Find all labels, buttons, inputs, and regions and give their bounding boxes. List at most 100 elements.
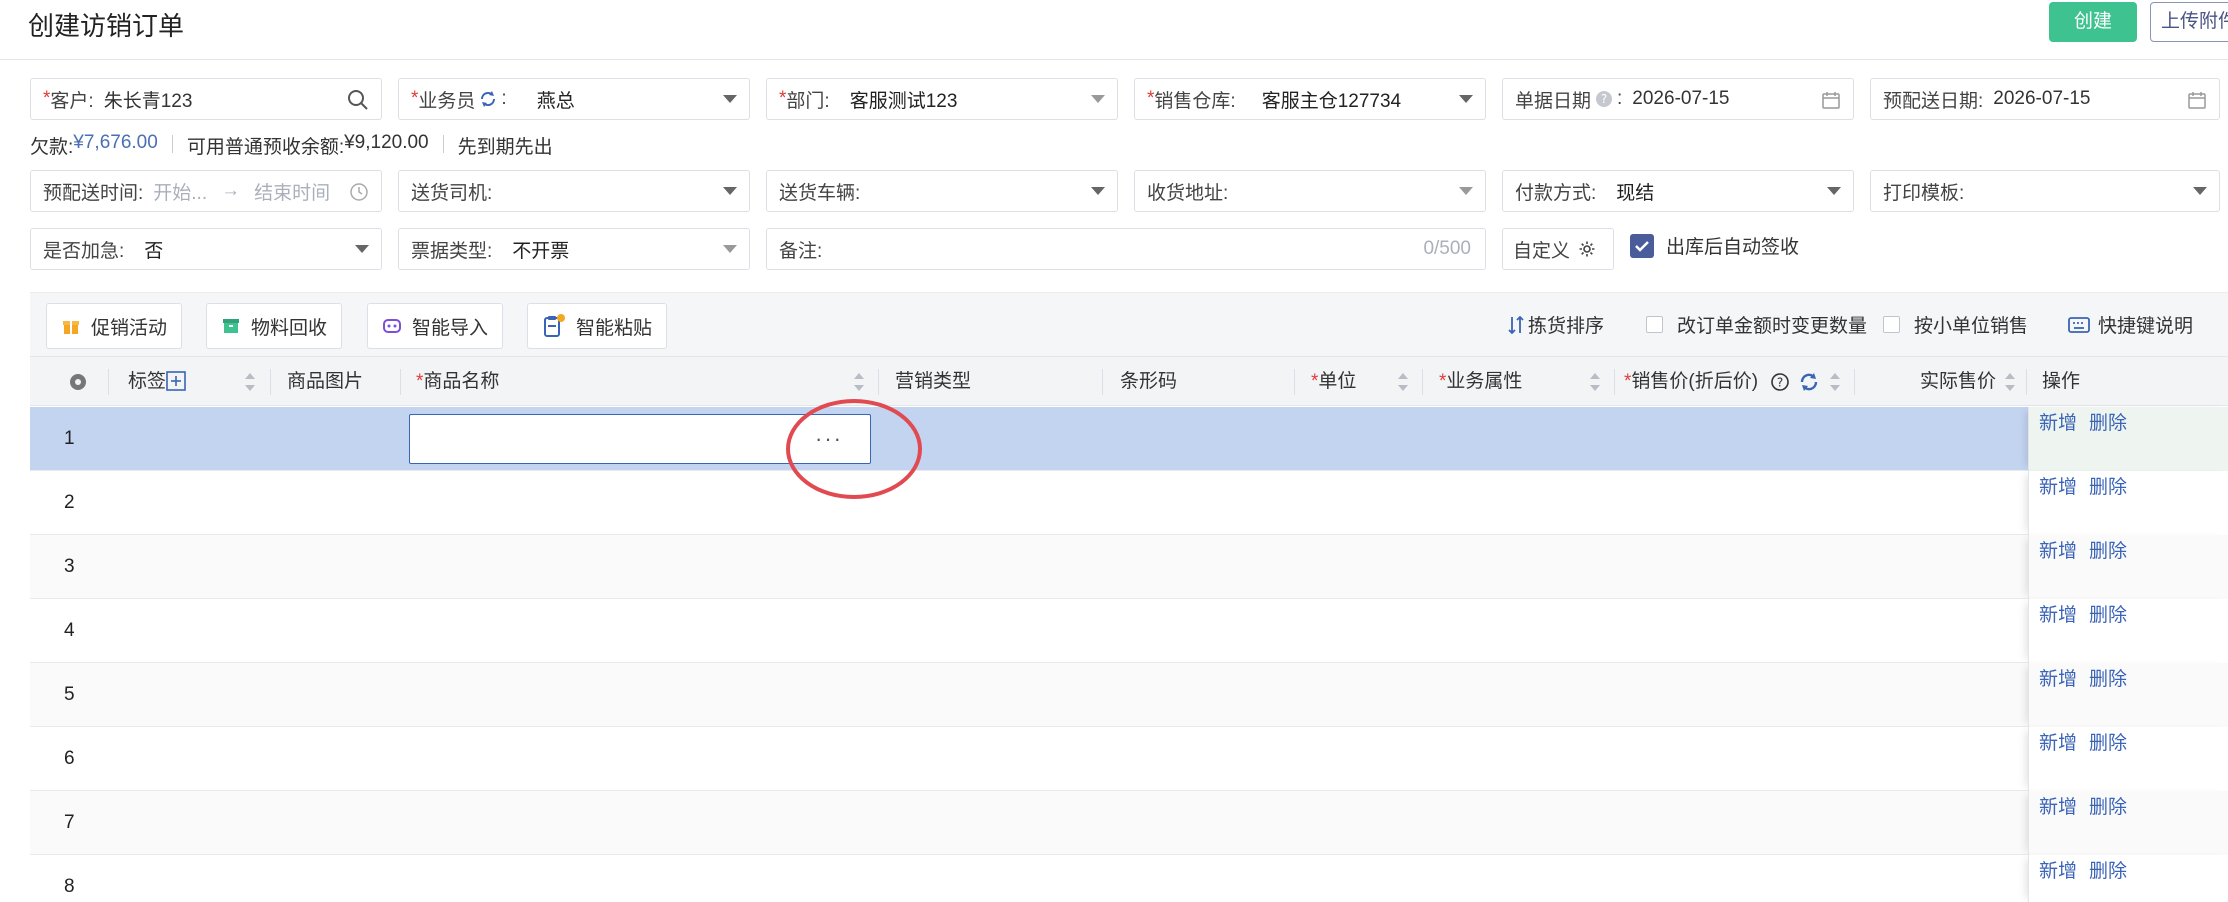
- table-row[interactable]: 1 ··· 新增 删除: [30, 407, 2228, 471]
- sort-icon[interactable]: [245, 373, 255, 391]
- top-bar: 创建访销订单 创建 上传附件: [0, 0, 2228, 60]
- row-add-link[interactable]: 新增: [2039, 791, 2077, 825]
- promotion-button[interactable]: 促销活动: [46, 303, 183, 349]
- payment-method-value: 现结: [1616, 182, 1655, 204]
- create-button[interactable]: 创建: [2049, 2, 2137, 42]
- row-delete-link[interactable]: 删除: [2089, 791, 2127, 825]
- auto-sign-checkbox[interactable]: 出库后自动签收: [1630, 232, 1799, 259]
- row-delete-link[interactable]: 删除: [2089, 471, 2127, 505]
- pre-delivery-time-range[interactable]: 预配送时间: 开始... → 结束时间: [30, 170, 382, 212]
- search-icon[interactable]: [347, 89, 369, 111]
- start-time-input[interactable]: 开始...: [153, 178, 207, 205]
- department-select[interactable]: * 部门: 客服测试123: [766, 78, 1118, 120]
- row-delete-link[interactable]: 删除: [2089, 407, 2127, 441]
- payment-method-select[interactable]: 付款方式: 现结: [1502, 170, 1854, 212]
- help-icon: ?: [1771, 373, 1789, 391]
- debt-amount: ¥7,676.00: [73, 132, 158, 153]
- refresh-icon[interactable]: [479, 90, 497, 108]
- table-row[interactable]: 5 新增 删除: [30, 663, 2228, 727]
- upload-attachment-button[interactable]: 上传附件: [2150, 2, 2228, 42]
- col-actual-price: 实际售价: [1920, 371, 1997, 392]
- material-recycle-button[interactable]: 物料回收: [206, 303, 343, 349]
- smart-import-button[interactable]: 智能导入: [367, 303, 504, 349]
- row-operations: 新增 删除: [2028, 599, 2228, 663]
- smart-paste-button[interactable]: 智能粘贴: [527, 303, 668, 349]
- row-add-link[interactable]: 新增: [2039, 471, 2077, 505]
- invoice-type-select[interactable]: 票据类型: 不开票: [398, 228, 750, 270]
- remark-input[interactable]: 备注: 0/500: [766, 228, 1486, 270]
- table-toolbar: 促销活动 物料回收 智能导入 智能粘贴 拣货排序 改订单金额时变更数量 按小单位…: [30, 292, 2228, 356]
- row-delete-link[interactable]: 删除: [2089, 855, 2127, 889]
- col-business-attr: *业务属性: [1439, 371, 1523, 392]
- row-delete-link[interactable]: 删除: [2089, 599, 2127, 633]
- range-arrow-icon: →: [221, 180, 241, 201]
- row-number: 1: [64, 428, 75, 449]
- shortcut-help-button[interactable]: 快捷键说明: [2068, 311, 2193, 338]
- pre-delivery-date-picker[interactable]: 预配送日期: 2026-07-15: [1870, 78, 2220, 120]
- change-qty-checkbox[interactable]: 改订单金额时变更数量: [1646, 311, 1867, 338]
- sort-icon[interactable]: [2005, 373, 2015, 391]
- highlight-annotation-circle: [786, 399, 922, 499]
- table-row[interactable]: 3 新增 删除: [30, 535, 2228, 599]
- svg-text:?: ?: [1601, 92, 1607, 106]
- row-delete-link[interactable]: 删除: [2089, 727, 2127, 761]
- row-add-link[interactable]: 新增: [2039, 855, 2077, 889]
- table-row[interactable]: 4 新增 删除: [30, 599, 2228, 663]
- refresh-icon[interactable]: [1798, 371, 1820, 393]
- row-add-link[interactable]: 新增: [2039, 727, 2077, 761]
- col-image: 商品图片: [287, 371, 364, 392]
- row-add-link[interactable]: 新增: [2039, 663, 2077, 697]
- row-number: 6: [64, 748, 75, 769]
- row-delete-link[interactable]: 删除: [2089, 663, 2127, 697]
- robot-icon: [383, 319, 401, 333]
- row-add-link[interactable]: 新增: [2039, 535, 2077, 569]
- pick-sort-button[interactable]: 拣货排序: [1508, 311, 1604, 338]
- chevron-down-icon: [1459, 95, 1473, 103]
- col-operations: 操作: [2042, 371, 2081, 392]
- customer-value: 朱长青123: [103, 90, 193, 112]
- delivery-driver-select[interactable]: 送货司机:: [398, 170, 750, 212]
- remark-counter: 0/500: [1423, 238, 1471, 259]
- add-column-icon[interactable]: [166, 371, 186, 391]
- end-time-input[interactable]: 结束时间: [254, 178, 330, 205]
- pre-delivery-date-value: 2026-07-15: [1993, 88, 2091, 109]
- clock-icon: [350, 183, 368, 201]
- col-product-name: *商品名称: [416, 371, 500, 392]
- delivery-vehicle-select[interactable]: 送货车辆:: [766, 170, 1118, 212]
- row-number: 4: [64, 620, 75, 641]
- urgent-select[interactable]: 是否加急: 否: [30, 228, 382, 270]
- chevron-down-icon: [723, 95, 737, 103]
- sort-icon[interactable]: [1398, 373, 1408, 391]
- sort-icon[interactable]: [1830, 373, 1840, 391]
- checkbox-unchecked-icon[interactable]: [1883, 316, 1900, 333]
- row-add-link[interactable]: 新增: [2039, 407, 2077, 441]
- document-date-picker[interactable]: 单据日期 ? : 2026-07-15: [1502, 78, 1854, 120]
- chevron-down-icon: [723, 187, 737, 195]
- gear-icon[interactable]: [67, 371, 89, 393]
- table-row[interactable]: 2 新增 删除: [30, 471, 2228, 535]
- chevron-down-icon: [1459, 187, 1473, 195]
- customer-field[interactable]: * 客户: 朱长青123: [30, 78, 382, 120]
- page-title: 创建访销订单: [28, 11, 185, 41]
- calendar-icon: [2188, 92, 2206, 109]
- small-unit-checkbox[interactable]: 按小单位销售: [1883, 311, 2028, 338]
- row-number: 3: [64, 556, 75, 577]
- checkbox-unchecked-icon[interactable]: [1646, 316, 1663, 333]
- receiving-address-select[interactable]: 收货地址:: [1134, 170, 1486, 212]
- sort-icon: [1508, 315, 1524, 334]
- salesman-select[interactable]: * 业务员 : 燕总: [398, 78, 750, 120]
- row-delete-link[interactable]: 删除: [2089, 535, 2127, 569]
- checkbox-checked-icon[interactable]: [1630, 233, 1654, 258]
- table-row[interactable]: 8 新增 删除: [30, 855, 2228, 902]
- print-template-select[interactable]: 打印模板:: [1870, 170, 2220, 212]
- custom-fields-button[interactable]: 自定义: [1502, 228, 1614, 270]
- prepay-amount: ¥9,120.00: [344, 132, 429, 153]
- sort-icon[interactable]: [1590, 373, 1600, 391]
- salesman-value: 燕总: [536, 90, 575, 112]
- table-row[interactable]: 7 新增 删除: [30, 791, 2228, 855]
- sort-icon[interactable]: [854, 373, 864, 391]
- sales-warehouse-select[interactable]: * 销售仓库: 客服主仓127734: [1134, 78, 1486, 120]
- row-number: 8: [64, 876, 75, 897]
- row-add-link[interactable]: 新增: [2039, 599, 2077, 633]
- table-row[interactable]: 6 新增 删除: [30, 727, 2228, 791]
